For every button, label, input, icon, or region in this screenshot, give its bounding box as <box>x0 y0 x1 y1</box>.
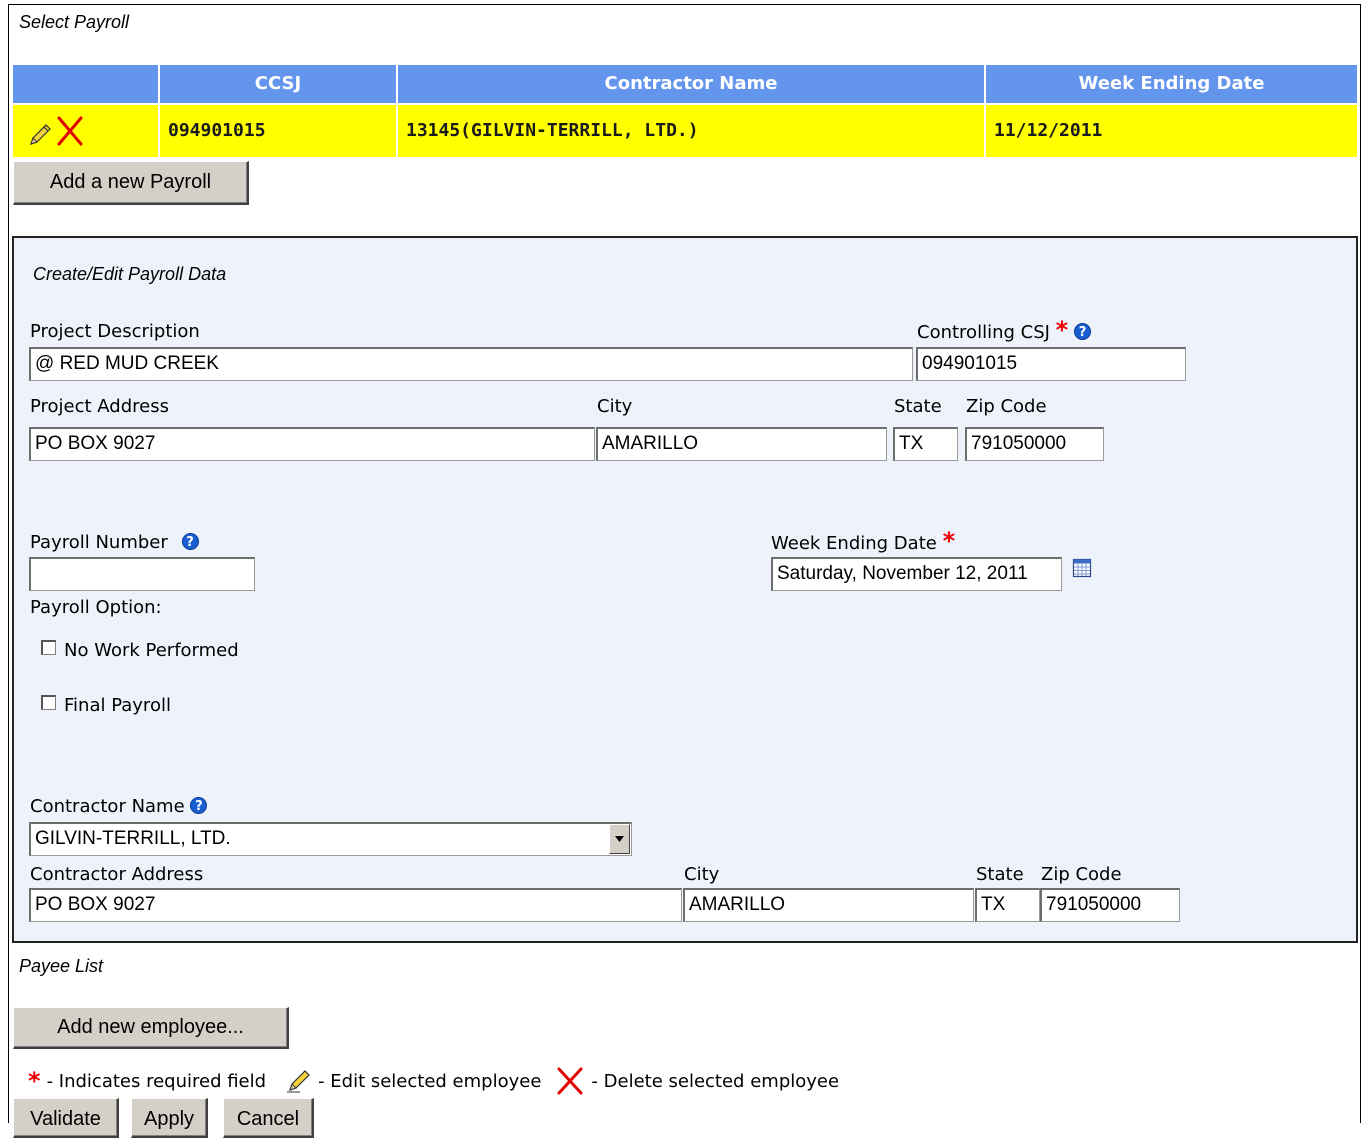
table-cell-contractor-name[interactable]: 13145(GILVIN-TERRILL, LTD.) <box>398 105 984 157</box>
calendar-icon[interactable] <box>1072 558 1092 578</box>
contractor-name-select[interactable]: GILVIN-TERRILL, LTD. <box>29 822 632 856</box>
help-icon[interactable]: ? <box>181 533 199 550</box>
delete-x-icon[interactable] <box>55 115 85 147</box>
cancel-button[interactable]: Cancel <box>223 1098 314 1138</box>
payee-list-caption: Payee List <box>19 956 104 976</box>
legend-delete-text: - Delete selected employee <box>591 1070 840 1092</box>
contractor-zip-label: Zip Code <box>1041 864 1122 885</box>
controlling-csj-label-group: Controlling CSJ * ? <box>917 318 1091 343</box>
apply-button[interactable]: Apply <box>131 1098 208 1138</box>
contractor-name-selected-value: GILVIN-TERRILL, LTD. <box>35 828 231 849</box>
final-payroll-label[interactable]: Final Payroll <box>64 695 171 716</box>
contractor-city-input[interactable]: AMARILLO <box>683 888 974 922</box>
column-header-ccsj[interactable]: CCSJ <box>160 65 396 103</box>
contractor-name-label-group: Contractor Name ? <box>30 796 208 817</box>
contractor-name-label: Contractor Name <box>30 796 185 817</box>
legend-required-text: - Indicates required field <box>46 1070 267 1092</box>
project-zip-label: Zip Code <box>966 396 1047 417</box>
week-ending-date-input[interactable]: Saturday, November 12, 2011 <box>771 557 1062 591</box>
controlling-csj-input[interactable]: 094901015 <box>916 347 1186 381</box>
column-header-week-ending-date[interactable]: Week Ending Date <box>986 65 1357 103</box>
project-state-input[interactable]: TX <box>893 427 958 461</box>
controlling-csj-label: Controlling CSJ <box>917 322 1050 343</box>
week-ending-date-label: Week Ending Date <box>771 533 937 554</box>
contractor-address-label: Contractor Address <box>30 864 204 885</box>
week-ending-date-label-group: Week Ending Date * <box>771 529 955 554</box>
validate-button[interactable]: Validate <box>13 1098 119 1138</box>
contractor-state-label: State <box>976 864 1024 885</box>
column-header-actions <box>13 65 158 103</box>
final-payroll-checkbox[interactable] <box>41 695 56 710</box>
contractor-zip-input[interactable]: 791050000 <box>1040 888 1180 922</box>
required-asterisk-icon: * <box>28 1067 41 1095</box>
project-address-label: Project Address <box>30 396 169 417</box>
add-new-payroll-button[interactable]: Add a new Payroll <box>13 161 249 205</box>
no-work-performed-label[interactable]: No Work Performed <box>64 640 239 661</box>
select-payroll-caption: Select Payroll <box>19 12 130 32</box>
table-cell-week-ending-date[interactable]: 11/12/2011 <box>986 105 1357 157</box>
delete-x-icon <box>555 1066 585 1096</box>
edit-payroll-caption: Create/Edit Payroll Data <box>33 264 227 284</box>
pencil-icon <box>286 1068 312 1094</box>
project-state-label: State <box>894 396 942 417</box>
dropdown-arrow-icon[interactable] <box>609 824 630 854</box>
no-work-performed-checkbox[interactable] <box>41 640 56 655</box>
project-city-label: City <box>597 396 633 417</box>
contractor-city-label: City <box>684 864 720 885</box>
required-asterisk-icon: * <box>1055 316 1069 344</box>
payroll-number-label-group: Payroll Number ? <box>30 532 199 553</box>
add-new-employee-button[interactable]: Add new employee... <box>13 1007 289 1049</box>
payroll-number-input[interactable] <box>29 557 255 591</box>
contractor-state-input[interactable]: TX <box>975 888 1040 922</box>
column-header-contractor-name[interactable]: Contractor Name <box>398 65 984 103</box>
table-cell-ccsj[interactable]: 094901015 <box>160 105 396 157</box>
project-zip-input[interactable]: 791050000 <box>965 427 1104 461</box>
required-asterisk-icon: * <box>942 527 956 555</box>
help-icon[interactable]: ? <box>190 797 208 814</box>
table-row-actions-cell <box>13 105 158 157</box>
project-description-label: Project Description <box>30 321 200 342</box>
help-icon[interactable]: ? <box>1073 323 1091 340</box>
payroll-option-label: Payroll Option: <box>30 597 162 618</box>
contractor-address-input[interactable]: PO BOX 9027 <box>29 888 682 922</box>
legend-edit-text: - Edit selected employee <box>318 1070 542 1092</box>
legend: * - Indicates required field - Edit sele… <box>28 1066 839 1096</box>
payroll-number-label: Payroll Number <box>30 532 168 553</box>
project-city-input[interactable]: AMARILLO <box>596 427 887 461</box>
project-description-input[interactable]: @ RED MUD CREEK <box>29 347 913 381</box>
pencil-icon[interactable] <box>27 117 53 145</box>
project-address-input[interactable]: PO BOX 9027 <box>29 427 595 461</box>
